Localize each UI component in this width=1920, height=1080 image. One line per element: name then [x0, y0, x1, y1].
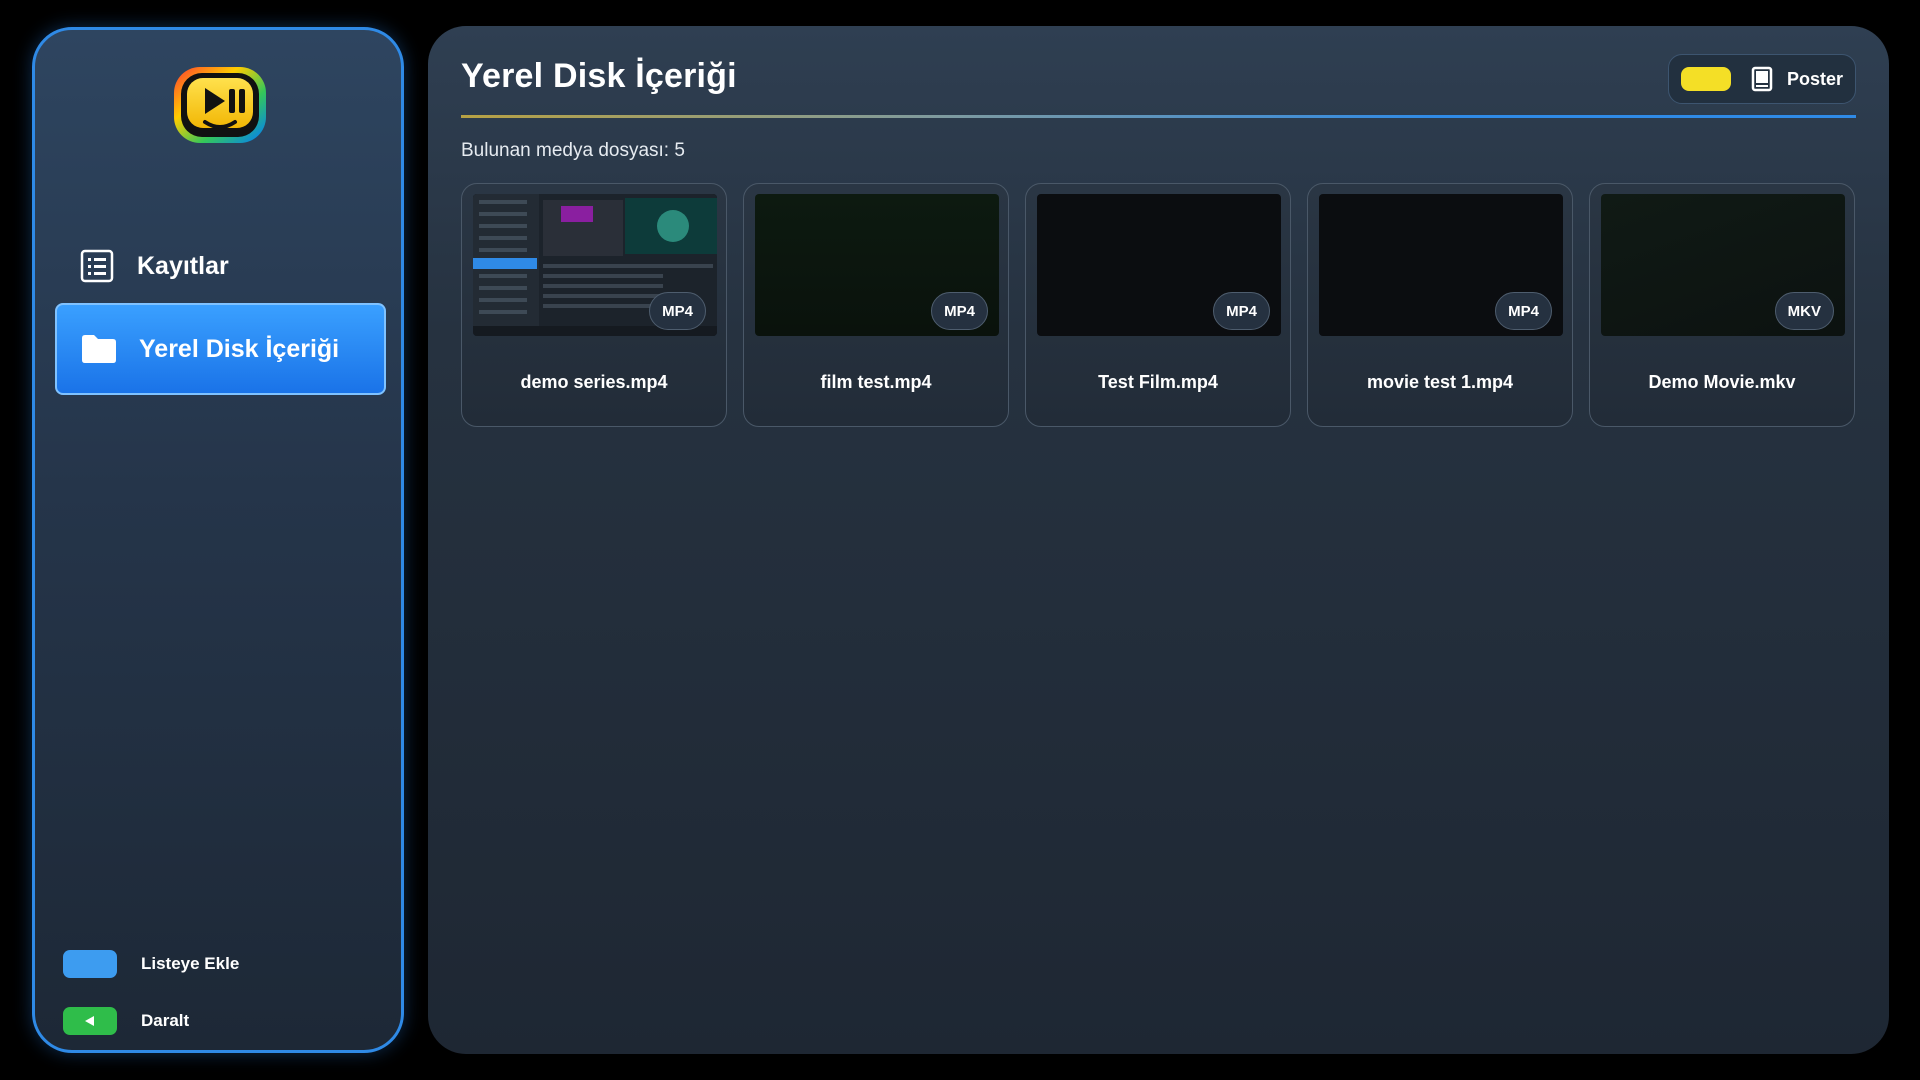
triangle-left-icon: [85, 1016, 94, 1026]
legend-label: Daralt: [141, 1011, 190, 1030]
yellow-key-swatch: [1681, 67, 1731, 91]
sidebar-item-local-disk[interactable]: Yerel Disk İçeriği: [55, 303, 386, 395]
list-icon: [77, 246, 117, 286]
format-badge: MP4: [931, 292, 988, 330]
title-divider: [461, 115, 1856, 118]
media-title: Demo Movie.mkv: [1648, 372, 1796, 392]
sidebar-item-label: Yerel Disk İçeriği: [139, 334, 340, 363]
view-mode-label: Poster: [1787, 68, 1844, 89]
format-badge: MKV: [1774, 292, 1834, 330]
media-card[interactable]: MP4 film test.mp4: [743, 183, 1009, 427]
media-title: demo series.mp4: [520, 372, 668, 392]
legend-add-to-list: Listeye Ekle: [63, 950, 239, 978]
poster-icon: [1751, 66, 1773, 92]
main-panel: Yerel Disk İçeriği Poster Bulunan medya …: [428, 26, 1889, 1054]
app-logo-icon: [171, 62, 269, 148]
media-title: movie test 1.mp4: [1366, 372, 1514, 392]
sidebar: Kayıtlar Yerel Disk İçeriği Listeye Ekle…: [32, 27, 404, 1053]
media-card[interactable]: MP4 Test Film.mp4: [1025, 183, 1291, 427]
legend-collapse: Daralt: [63, 1007, 189, 1035]
media-card[interactable]: MKV Demo Movie.mkv: [1589, 183, 1855, 427]
folder-icon: [79, 329, 119, 369]
media-card[interactable]: MP4 demo series.mp4: [461, 183, 727, 427]
format-badge: MP4: [1495, 292, 1552, 330]
media-count: Bulunan medya dosyası: 5: [461, 140, 685, 161]
media-title: Test Film.mp4: [1098, 372, 1218, 392]
green-key-swatch: [63, 1007, 117, 1035]
media-card[interactable]: MP4 movie test 1.mp4: [1307, 183, 1573, 427]
blue-key-swatch: [63, 950, 117, 978]
sidebar-item-records[interactable]: Kayıtlar: [55, 220, 386, 312]
view-mode-toggle[interactable]: Poster: [1668, 54, 1856, 104]
format-badge: MP4: [649, 292, 706, 330]
page-title: Yerel Disk İçeriği: [461, 57, 737, 95]
media-title: film test.mp4: [820, 372, 932, 392]
sidebar-item-label: Kayıtlar: [137, 251, 229, 280]
media-grid: MP4 demo series.mp4 MP4 film test.mp4 MP…: [461, 183, 1856, 427]
legend-label: Listeye Ekle: [141, 954, 240, 973]
format-badge: MP4: [1213, 292, 1270, 330]
